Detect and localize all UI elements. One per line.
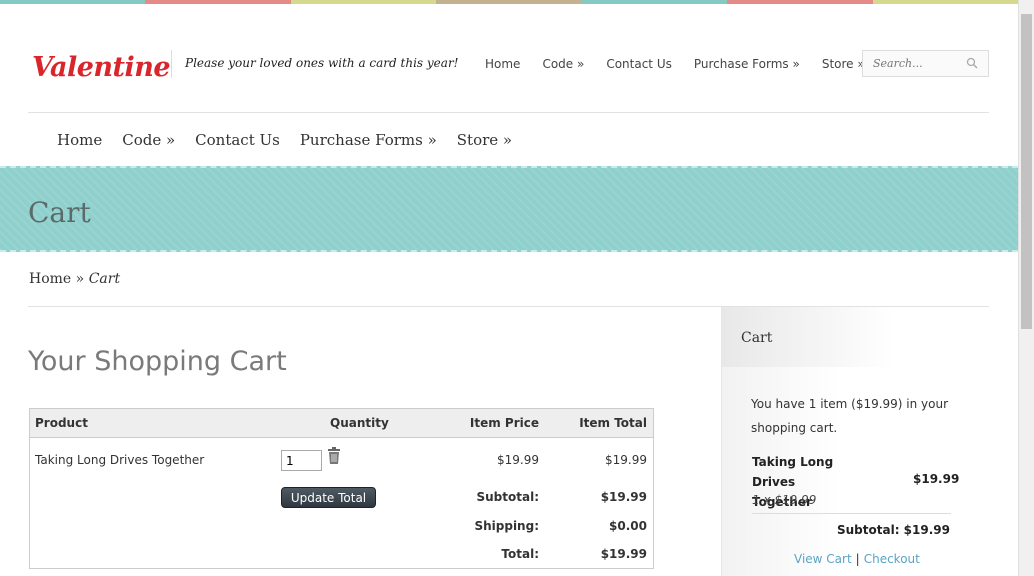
shipping-label: Shipping: (474, 519, 539, 533)
page-banner: Cart (0, 166, 1018, 252)
cart-table: Product Quantity Item Price Item Total T… (29, 408, 654, 569)
trash-icon[interactable] (327, 447, 341, 465)
mainnav-code[interactable]: Code » (122, 131, 175, 149)
main-nav: Home Code » Contact Us Purchase Forms » … (57, 131, 532, 149)
divider (752, 513, 951, 514)
stripe-segment (145, 0, 291, 4)
link-separator: | (855, 552, 860, 566)
quantity-input[interactable] (281, 450, 322, 471)
stripe-segment (727, 0, 873, 4)
site-tagline: Please your loved ones with a card this … (185, 56, 459, 70)
topnav-store[interactable]: Store » (822, 57, 865, 71)
product-name[interactable]: Taking Long Drives Together (35, 453, 204, 467)
widget-item-qty: 1 x $19.99 (752, 493, 817, 507)
page-title: Your Shopping Cart (28, 346, 287, 377)
item-price: $19.99 (497, 453, 539, 467)
column-header-quantity: Quantity (330, 416, 389, 430)
shipping-value: $0.00 (609, 519, 647, 533)
stripe-segment (0, 0, 146, 4)
cart-summary: You have 1 item ($19.99) in your shoppin… (751, 397, 949, 435)
stripe-segment (436, 0, 582, 4)
breadcrumb-home[interactable]: Home (29, 271, 71, 287)
column-header-item-price: Item Price (469, 416, 539, 430)
top-nav: Home Code » Contact Us Purchase Forms » … (485, 57, 887, 71)
update-total-button[interactable]: Update Total (281, 487, 376, 508)
widget-title: Cart (741, 330, 773, 346)
subtotal-value: $19.99 (600, 490, 647, 504)
divider (171, 50, 172, 78)
search-input[interactable] (863, 51, 963, 76)
stripe-segment (872, 0, 1018, 4)
divider (28, 112, 989, 113)
stripe-segment (581, 0, 728, 4)
widget-header: Cart (722, 307, 894, 367)
topnav-contact-us[interactable]: Contact Us (606, 57, 672, 71)
breadcrumb-separator: » (75, 271, 85, 287)
mainnav-purchase-forms[interactable]: Purchase Forms » (300, 131, 437, 149)
top-color-stripe (0, 0, 1018, 4)
stripe-segment (290, 0, 437, 4)
breadcrumb-current: Cart (88, 271, 121, 287)
item-total: $19.99 (605, 453, 647, 467)
widget-links: View Cart | Checkout (794, 552, 920, 566)
view-cart-link[interactable]: View Cart (794, 552, 852, 566)
mainnav-contact-us[interactable]: Contact Us (195, 131, 280, 149)
total-label: Total: (501, 547, 539, 561)
widget-subtotal: Subtotal: $19.99 (837, 523, 950, 537)
banner-title: Cart (28, 196, 91, 229)
column-header-item-total: Item Total (579, 416, 647, 430)
mainnav-home[interactable]: Home (57, 131, 102, 149)
checkout-link[interactable]: Checkout (864, 552, 920, 566)
total-value: $19.99 (600, 547, 647, 561)
column-header-product: Product (35, 416, 88, 430)
scrollbar-thumb[interactable] (1021, 14, 1032, 329)
search-box (862, 50, 989, 77)
breadcrumb: Home » Cart (29, 271, 120, 287)
cart-widget: Cart You have 1 item ($19.99) in your sh… (721, 307, 1018, 576)
widget-item-price: $19.99 (913, 472, 960, 486)
topnav-purchase-forms[interactable]: Purchase Forms » (694, 57, 800, 71)
topnav-home[interactable]: Home (485, 57, 520, 71)
subtotal-label: Subtotal: (476, 490, 539, 504)
vertical-scrollbar[interactable] (1018, 0, 1034, 576)
table-header-row: Product Quantity Item Price Item Total (30, 409, 653, 438)
topnav-code[interactable]: Code » (542, 57, 584, 71)
mainnav-store[interactable]: Store » (457, 131, 512, 149)
site-logo[interactable]: Valentine (32, 52, 171, 83)
search-icon[interactable] (966, 57, 978, 69)
